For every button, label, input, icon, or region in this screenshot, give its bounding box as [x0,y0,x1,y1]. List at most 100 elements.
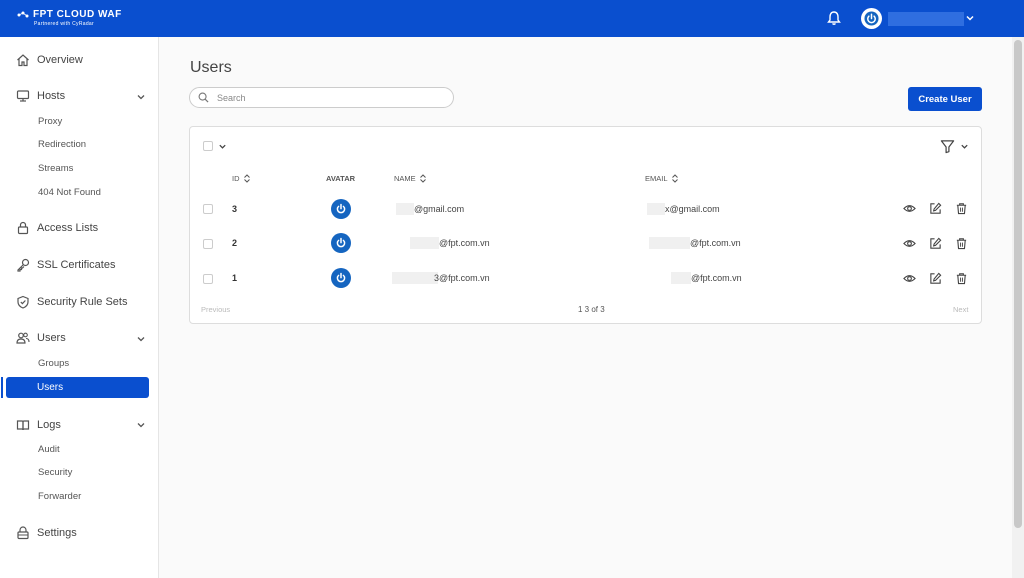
user-avatar[interactable] [861,8,882,29]
lock-icon [17,221,29,235]
sidebar-item-users[interactable]: Users [16,328,66,348]
row-email: @fpt.com.vn [690,238,741,248]
trash-icon[interactable] [955,202,968,215]
sidebar-item-404[interactable]: 404 Not Found [38,187,101,198]
sidebar-label: Security Rule Sets [37,296,128,308]
active-indicator [1,377,3,398]
brand-tagline: Partnered with CyRadar [34,21,94,27]
sort-icon [671,174,678,183]
settings-icon [17,526,29,540]
search-input[interactable] [217,92,437,103]
sidebar-label: Users [37,332,66,344]
sidebar-item-users-list[interactable]: Users [6,377,149,398]
chevron-down-icon[interactable] [136,92,146,102]
trash-icon[interactable] [955,272,968,285]
sidebar-label: Settings [37,527,77,539]
scrollbar-thumb[interactable] [1014,40,1022,528]
row-checkbox[interactable] [203,239,213,249]
sidebar: Overview Hosts Proxy Redirection Streams… [0,37,159,578]
eye-icon[interactable] [903,272,916,285]
sidebar-item-forwarder[interactable]: Forwarder [38,491,81,502]
row-avatar [331,268,351,288]
row-email: x@gmail.com [665,204,720,214]
row-checkbox[interactable] [203,274,213,284]
sidebar-item-ssl[interactable]: SSL Certificates [16,255,115,275]
shield-icon [17,295,29,309]
power-icon [336,237,346,248]
sidebar-item-redirection[interactable]: Redirection [38,139,86,150]
brand-logo[interactable]: FPT CLOUD WAF Partnered with CyRadar [16,9,122,27]
sidebar-item-settings[interactable]: Settings [16,523,77,543]
sidebar-label: Access Lists [37,222,99,234]
column-header-email[interactable]: EMAIL [645,174,679,183]
monitor-icon [16,90,30,102]
row-name: @fpt.com.vn [439,238,490,248]
edit-icon[interactable] [929,202,942,215]
sidebar-item-groups[interactable]: Groups [38,358,69,369]
sidebar-item-access-lists[interactable]: Access Lists [16,218,98,238]
redacted-area [649,237,690,249]
power-icon [336,272,346,283]
sidebar-item-proxy[interactable]: Proxy [38,116,62,127]
column-header-label: NAME [394,174,416,183]
sort-icon [243,174,250,183]
row-id: 3 [232,204,238,214]
search-icon [198,92,209,103]
home-icon [17,54,29,67]
sidebar-label: Overview [37,54,83,66]
redacted-area [671,272,691,284]
page-title: Users [190,59,232,76]
chevron-down-icon[interactable] [218,142,227,151]
chevron-down-icon[interactable] [965,13,975,23]
book-icon [16,420,30,431]
username-redacted[interactable] [888,12,964,26]
edit-icon[interactable] [929,272,942,285]
row-id: 1 [232,273,238,283]
eye-icon[interactable] [903,237,916,250]
column-header-avatar: AVATAR [326,174,355,183]
previous-page-button[interactable]: Previous [201,305,230,314]
sidebar-item-overview[interactable]: Overview [16,50,83,70]
users-table-card [189,126,982,324]
chevron-down-icon[interactable] [136,334,146,344]
row-id: 2 [232,238,238,248]
column-header-label: EMAIL [645,174,668,183]
sidebar-item-logs[interactable]: Logs [16,415,61,435]
row-avatar [331,233,351,253]
row-name: 3@fpt.com.vn [434,273,490,283]
redacted-area [647,203,665,215]
filter-icon[interactable] [940,139,955,154]
chevron-down-icon[interactable] [136,420,146,430]
sidebar-label: SSL Certificates [37,259,116,271]
edit-icon[interactable] [929,237,942,250]
next-page-button[interactable]: Next [953,305,968,314]
sidebar-item-streams[interactable]: Streams [38,163,73,174]
power-icon [864,11,879,26]
trash-icon[interactable] [955,237,968,250]
column-header-label: ID [232,174,240,183]
row-name: @gmail.com [414,204,465,214]
select-all-checkbox[interactable] [203,141,213,151]
sidebar-item-security-logs[interactable]: Security [38,467,72,478]
redacted-area [396,203,414,215]
sidebar-item-audit[interactable]: Audit [38,444,60,455]
power-icon [336,203,346,214]
key-icon [17,258,30,272]
sidebar-label: Hosts [37,90,66,102]
sort-icon [419,174,426,183]
sidebar-item-security-rules[interactable]: Security Rule Sets [16,292,127,312]
column-header-name[interactable]: NAME [394,174,427,183]
users-icon [16,332,30,344]
bell-icon[interactable] [826,10,842,26]
row-checkbox[interactable] [203,204,213,214]
search-box[interactable] [189,87,454,108]
chevron-down-icon[interactable] [960,142,969,151]
row-avatar [331,199,351,219]
column-header-id[interactable]: ID [232,174,251,183]
redacted-area [410,237,439,249]
top-bar: FPT CLOUD WAF Partnered with CyRadar [0,0,1024,37]
redacted-area [392,272,438,284]
eye-icon[interactable] [903,202,916,215]
create-user-button[interactable]: Create User [908,87,982,111]
sidebar-item-hosts[interactable]: Hosts [16,86,65,106]
